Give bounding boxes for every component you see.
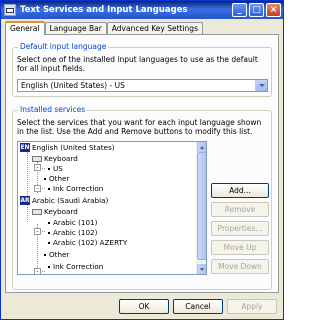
- tree-node-item[interactable]: Arabic (102): [48, 228, 97, 238]
- bullet-icon: [48, 188, 50, 190]
- chevron-down-icon[interactable]: [255, 80, 267, 91]
- default-language-group-label: Default input language: [18, 42, 109, 51]
- remove-button[interactable]: Remove: [211, 202, 269, 217]
- default-language-select[interactable]: English (United States) - US: [17, 79, 268, 92]
- scroll-up-button[interactable]: [197, 142, 206, 152]
- tree-node-label: Ink Correction: [53, 262, 104, 271]
- tree-node-label: Other: [49, 174, 70, 183]
- tree-node-item[interactable]: Arabic (102) AZERTY: [48, 238, 127, 248]
- tab-general[interactable]: General: [5, 21, 45, 35]
- default-language-description: Select one of the installed input langua…: [17, 55, 258, 73]
- tree-node-language[interactable]: AR Arabic (Saudi Arabia): [20, 196, 108, 206]
- tree-node-label: Keyboard: [44, 154, 78, 163]
- general-tab-panel: Default input language Select one of the…: [5, 34, 279, 293]
- cancel-button[interactable]: Cancel: [173, 299, 223, 314]
- tree-node-item[interactable]: Ink Correction: [48, 184, 103, 194]
- bullet-icon: [48, 232, 50, 234]
- bullet-icon: [48, 242, 50, 244]
- installed-services-group: Installed services Select the services t…: [12, 105, 272, 290]
- minimize-button[interactable]: _: [232, 3, 247, 17]
- tree-node-label: Arabic (101): [53, 218, 98, 227]
- tree-node-label: Other: [49, 250, 70, 259]
- collapse-other-toggle[interactable]: -: [34, 185, 41, 192]
- add-button[interactable]: Add...: [211, 183, 269, 198]
- tree-node-item[interactable]: Arabic (101): [48, 218, 97, 228]
- tree-node-category[interactable]: Other: [44, 174, 69, 184]
- installed-services-tree[interactable]: - - - - EN English (United States) Keyboa…: [17, 141, 207, 275]
- tree-node-item[interactable]: Ink Correction: [48, 262, 103, 272]
- bullet-icon: [44, 254, 46, 256]
- keyboard-icon: [32, 209, 42, 215]
- tree-node-label: US: [53, 164, 63, 173]
- maximize-button[interactable]: □: [249, 3, 264, 17]
- properties-button[interactable]: Properties...: [211, 221, 269, 236]
- close-button[interactable]: ×: [266, 3, 281, 17]
- move-down-button[interactable]: Move Down: [211, 259, 269, 274]
- default-language-group: Default input language Select one of the…: [12, 42, 272, 97]
- scroll-down-button[interactable]: [197, 264, 206, 274]
- default-language-value: English (United States) - US: [21, 81, 125, 90]
- tree-node-category[interactable]: Keyboard: [32, 154, 78, 164]
- keyboard-icon: [32, 156, 42, 162]
- keyboard-icon: [4, 4, 16, 16]
- collapse-other-toggle-2[interactable]: -: [34, 268, 41, 274]
- tree-node-item[interactable]: US: [48, 164, 63, 174]
- tab-strip: General Language Bar Advanced Key Settin…: [5, 21, 203, 35]
- tree-node-category[interactable]: Other: [44, 250, 69, 260]
- tree-node-label: Ink Correction: [53, 184, 104, 193]
- installed-services-group-label: Installed services: [18, 105, 88, 114]
- bullet-icon: [48, 266, 50, 268]
- title-bar[interactable]: Text Services and Input Languages _ □ ×: [1, 1, 283, 19]
- bullet-icon: [48, 168, 50, 170]
- tree-node-label: Arabic (Saudi Arabia): [32, 196, 109, 205]
- tree-node-label: Arabic (102): [53, 228, 98, 237]
- collapse-keyboard-toggle[interactable]: -: [34, 164, 41, 171]
- tree-node-language[interactable]: EN English (United States): [20, 143, 115, 153]
- installed-services-description: Select the services that you want for ea…: [17, 118, 262, 136]
- move-up-button[interactable]: Move Up: [211, 240, 269, 255]
- tree-node-label: Arabic (102) AZERTY: [53, 238, 128, 247]
- tree-vertical-scrollbar[interactable]: [196, 142, 206, 274]
- bullet-icon: [44, 178, 46, 180]
- ok-button[interactable]: OK: [119, 299, 169, 314]
- collapse-keyboard-toggle-2[interactable]: -: [34, 228, 41, 235]
- tree-node-label: Keyboard: [44, 207, 78, 216]
- scroll-thumb[interactable]: [197, 152, 206, 260]
- bullet-icon: [48, 222, 50, 224]
- tree-node-label: English (United States): [32, 143, 115, 152]
- language-badge: AR: [20, 196, 30, 205]
- dialog-window: Text Services and Input Languages _ □ × …: [0, 0, 284, 320]
- window-title: Text Services and Input Languages: [20, 5, 188, 15]
- language-badge: EN: [20, 143, 30, 152]
- tree-node-category[interactable]: Keyboard: [32, 207, 78, 217]
- apply-button[interactable]: Apply: [227, 299, 277, 314]
